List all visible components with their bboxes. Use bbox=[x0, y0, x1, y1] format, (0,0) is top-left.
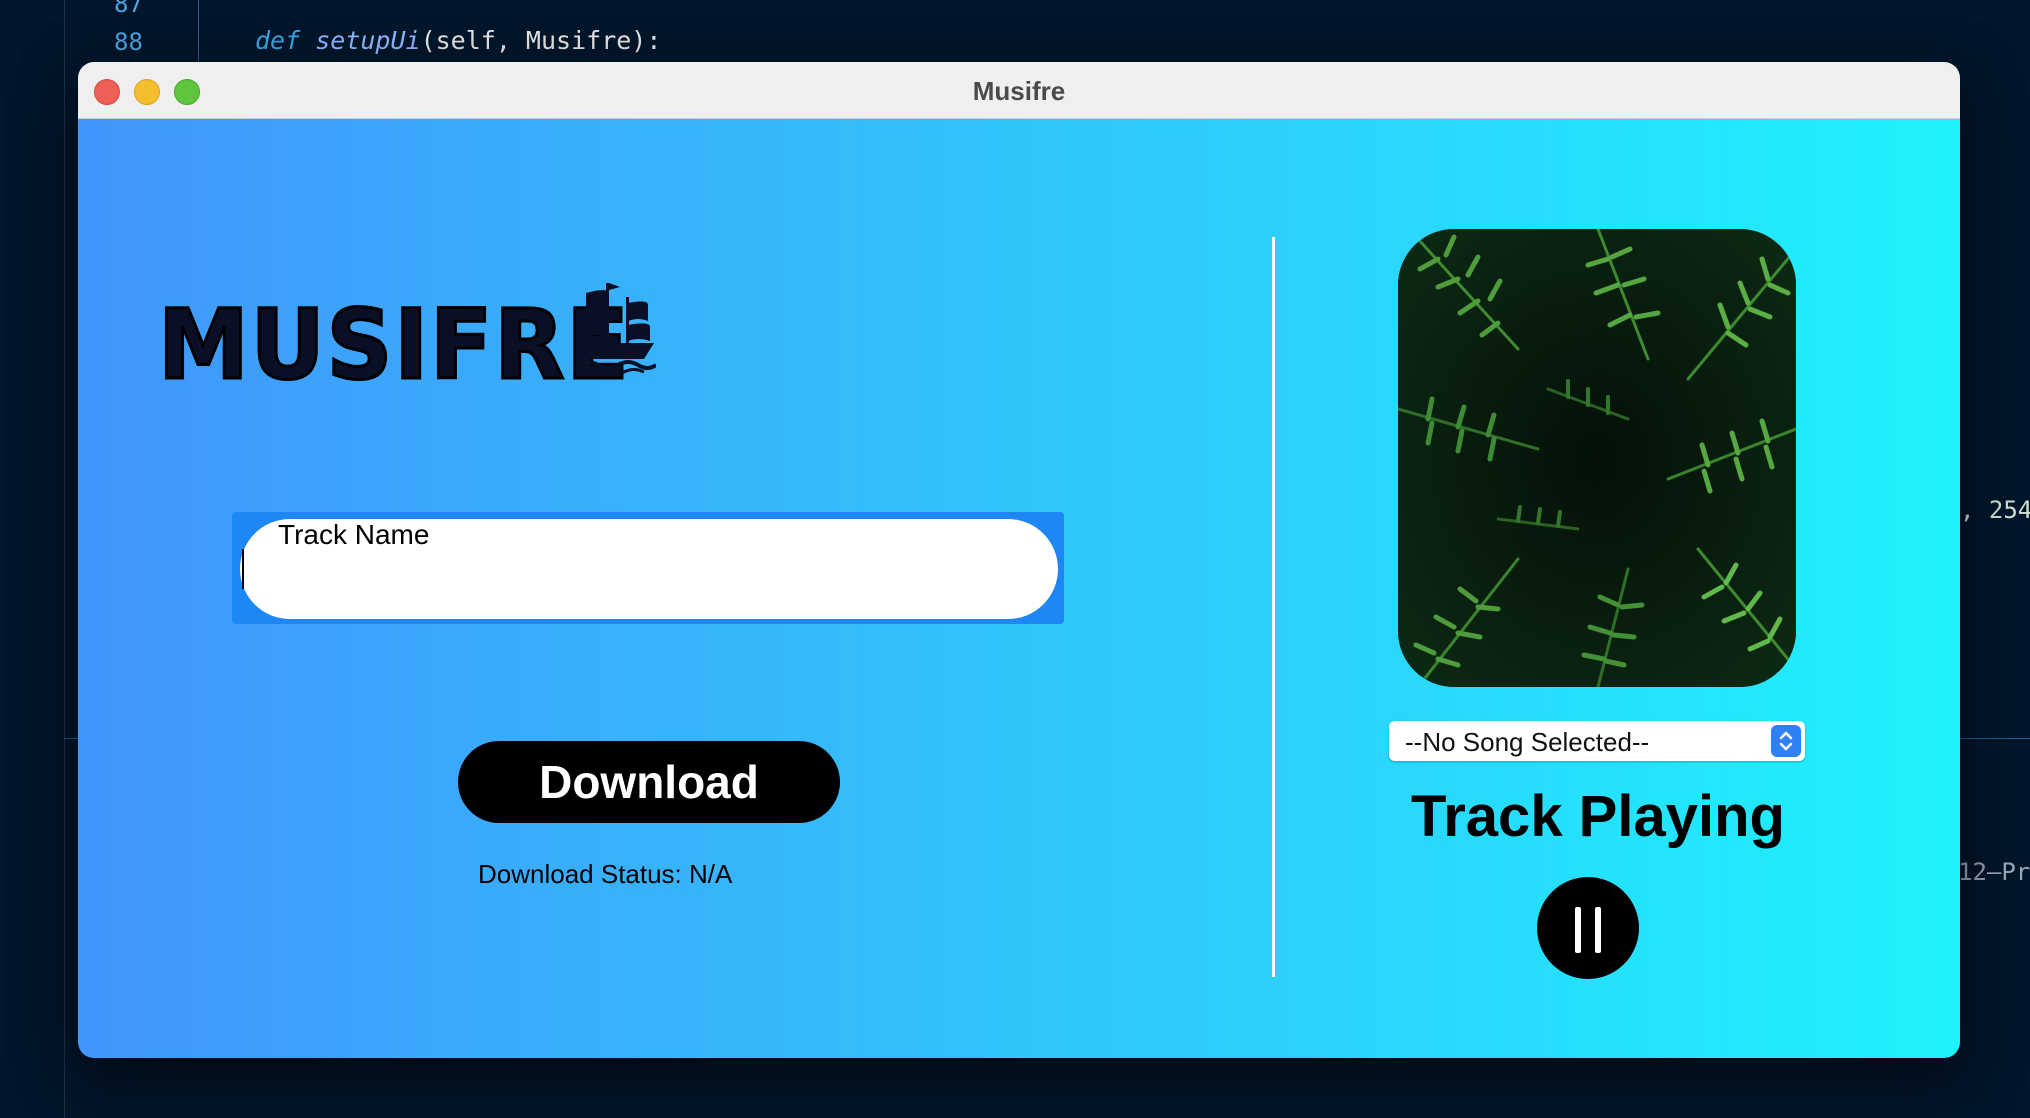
line-number: 88 bbox=[114, 28, 143, 56]
download-button[interactable]: Download bbox=[458, 741, 840, 823]
editor-gutter-border bbox=[64, 0, 65, 1118]
chevron-up-down-icon bbox=[1771, 725, 1801, 757]
editor-edge-text: 12–Pro bbox=[1958, 858, 2030, 886]
track-name-placeholder: Track Name bbox=[278, 519, 430, 550]
line-number: 87 bbox=[114, 0, 143, 18]
pause-button[interactable] bbox=[1537, 877, 1639, 979]
ship-icon bbox=[578, 283, 656, 375]
musifre-window: Musifre MUSIFRE Track Name Download Down… bbox=[78, 62, 1960, 1058]
editor-edge-text: , 254 bbox=[1960, 496, 2030, 524]
panel-divider bbox=[1272, 237, 1275, 977]
song-select-value: --No Song Selected-- bbox=[1405, 727, 1650, 757]
app-content: MUSIFRE Track Name Download Download Sta… bbox=[78, 119, 1960, 1058]
window-title: Musifre bbox=[972, 76, 1066, 106]
text-caret bbox=[242, 549, 244, 589]
fern-leaves-image bbox=[1398, 229, 1796, 687]
app-logo: MUSIFRE bbox=[157, 288, 631, 403]
title-bar[interactable]: Musifre bbox=[78, 62, 1960, 119]
song-select-dropdown[interactable]: --No Song Selected-- bbox=[1389, 721, 1805, 761]
album-art-image bbox=[1398, 229, 1796, 687]
track-playing-label: Track Playing bbox=[1411, 784, 1785, 849]
code-line: def setupUi(self, Musifre): bbox=[255, 26, 662, 55]
editor-indent-guide bbox=[198, 0, 199, 70]
download-status: Download Status: N/A bbox=[478, 859, 733, 889]
